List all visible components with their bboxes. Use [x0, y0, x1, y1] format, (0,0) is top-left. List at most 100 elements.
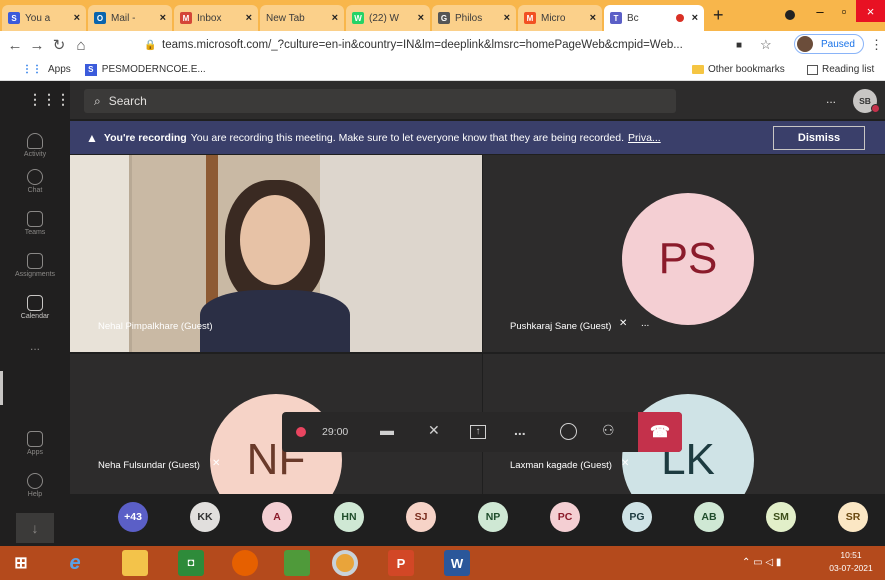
- browser-tab[interactable]: M Inbox ×: [174, 5, 258, 31]
- firefox-icon[interactable]: [232, 550, 258, 576]
- help-icon: [27, 473, 43, 489]
- video-tile[interactable]: Nehal Pimpalkhare (Guest): [70, 155, 482, 352]
- bookmark-pesmoderncoe[interactable]: PESMODERNCOE.E...: [102, 64, 206, 75]
- close-tab-icon[interactable]: ×: [74, 12, 80, 24]
- profile-button[interactable]: Paused: [794, 34, 864, 54]
- participant-avatar-small[interactable]: NP: [478, 502, 508, 532]
- browser-tab-active[interactable]: T Bc ×: [604, 5, 704, 31]
- bookmark-other[interactable]: Other bookmarks: [708, 64, 785, 75]
- browser-tab[interactable]: G Philos ×: [432, 5, 516, 31]
- browser-tab[interactable]: S You a ×: [2, 5, 86, 31]
- tab-favicon-icon: S: [8, 12, 20, 24]
- bookmark-star-icon[interactable]: ☆: [760, 37, 772, 53]
- tab-favicon-icon: G: [438, 12, 450, 24]
- close-window-icon[interactable]: ×: [856, 0, 885, 22]
- participant-name: Pushkaraj Sane (Guest): [510, 321, 612, 332]
- rail-item-assignments[interactable]: Assignments: [0, 253, 70, 278]
- close-tab-icon[interactable]: ×: [332, 12, 338, 24]
- participant-avatar-small[interactable]: A: [262, 502, 292, 532]
- word-icon[interactable]: W: [444, 550, 470, 576]
- forward-icon[interactable]: →: [26, 37, 48, 54]
- chrome-menu-icon[interactable]: ⋮: [870, 37, 883, 53]
- share-screen-icon[interactable]: ↑: [470, 425, 486, 439]
- participant-name: Laxman kagade (Guest): [510, 460, 612, 471]
- profile-avatar: [797, 36, 813, 52]
- mic-muted-icon: ✕: [621, 458, 630, 469]
- participant-avatar-small[interactable]: SR: [838, 502, 868, 532]
- chrome-menu-dot-icon[interactable]: [775, 4, 805, 26]
- minimize-icon[interactable]: –: [808, 0, 832, 22]
- photos-icon[interactable]: [284, 550, 310, 576]
- download-icon[interactable]: ↓: [16, 513, 54, 543]
- close-tab-icon[interactable]: ×: [418, 12, 424, 24]
- lock-icon: 🔒: [144, 39, 157, 51]
- rail-item-chat[interactable]: Chat: [0, 169, 70, 194]
- maximize-icon[interactable]: ▫: [832, 0, 856, 22]
- microphone-off-icon[interactable]: ✕: [428, 422, 440, 439]
- rail-item-teams[interactable]: Teams: [0, 211, 70, 236]
- back-icon[interactable]: ←: [4, 37, 26, 54]
- apps-grid-icon[interactable]: ⋮⋮: [22, 64, 42, 75]
- chat-icon[interactable]: [560, 423, 577, 440]
- close-tab-icon[interactable]: ×: [504, 12, 510, 24]
- hang-up-button[interactable]: ☎: [638, 412, 682, 452]
- video-tile[interactable]: PS Pushkaraj Sane (Guest) ✕ ...: [483, 155, 885, 352]
- participant-avatar-small[interactable]: SJ: [406, 502, 436, 532]
- close-tab-icon[interactable]: ×: [590, 12, 596, 24]
- rail-item-help[interactable]: Help: [0, 473, 70, 498]
- camera-icon[interactable]: ■: [736, 40, 742, 51]
- system-tray-icons[interactable]: ⌃ ▭ ◁ ▮: [742, 557, 781, 568]
- bookmark-apps[interactable]: Apps: [48, 64, 71, 75]
- home-icon[interactable]: ⌂: [70, 37, 92, 54]
- rail-label: Activity: [23, 151, 47, 158]
- browser-tab[interactable]: W (22) W ×: [346, 5, 430, 31]
- close-tab-icon[interactable]: ×: [160, 12, 166, 24]
- privacy-link[interactable]: Priva...: [628, 132, 661, 144]
- browser-tab-strip: S You a × O Mail - × M Inbox × New Tab × W (…: [0, 0, 885, 31]
- participant-avatar-small[interactable]: SM: [766, 502, 796, 532]
- internet-explorer-icon[interactable]: e: [62, 550, 88, 576]
- participant-avatar-small[interactable]: AB: [694, 502, 724, 532]
- camera-off-icon[interactable]: ▬: [380, 422, 394, 438]
- close-tab-icon[interactable]: ×: [692, 12, 698, 24]
- address-bar[interactable]: 🔒 teams.microsoft.com/_?culture=en-in&co…: [100, 34, 790, 56]
- rail-item-calendar[interactable]: Calendar: [0, 295, 70, 320]
- file-explorer-icon[interactable]: [122, 550, 148, 576]
- tab-favicon-icon: T: [610, 12, 622, 24]
- rail-more-button[interactable]: ...: [0, 339, 70, 353]
- browser-tab[interactable]: New Tab ×: [260, 5, 344, 31]
- tab-favicon-icon: W: [352, 12, 364, 24]
- bookmark-reading-list[interactable]: Reading list: [822, 64, 874, 75]
- more-actions-icon[interactable]: ...: [514, 422, 526, 438]
- powerpoint-icon[interactable]: P: [388, 550, 414, 576]
- participant-avatar: PS: [622, 193, 754, 325]
- close-tab-icon[interactable]: ×: [246, 12, 252, 24]
- overflow-participants-button[interactable]: +43: [118, 502, 148, 532]
- browser-tab[interactable]: O Mail - ×: [88, 5, 172, 31]
- tab-label: (22) W: [369, 12, 399, 24]
- chrome-icon[interactable]: [332, 550, 358, 576]
- tab-label: Inbox: [197, 12, 222, 24]
- presence-status-icon: [871, 104, 880, 113]
- windows-start-icon[interactable]: ⊞: [8, 550, 34, 576]
- new-tab-button[interactable]: +: [713, 5, 724, 26]
- rail-item-apps[interactable]: Apps: [0, 431, 70, 456]
- dismiss-button[interactable]: Dismiss: [773, 126, 865, 150]
- tab-label: Bc: [627, 12, 639, 24]
- reload-icon[interactable]: ↻: [48, 36, 70, 54]
- more-options-icon[interactable]: ...: [826, 92, 836, 106]
- teams-icon: [27, 211, 43, 227]
- participant-avatar-small[interactable]: HN: [334, 502, 364, 532]
- browser-tab[interactable]: M Micro ×: [518, 5, 602, 31]
- participants-icon[interactable]: ⚇: [602, 422, 615, 439]
- participant-avatar-small[interactable]: PG: [622, 502, 652, 532]
- taskbar-clock[interactable]: 10:51 03-07-2021: [820, 549, 882, 575]
- search-input[interactable]: ⌕ Search: [84, 89, 676, 113]
- participant-shirt: [200, 290, 350, 352]
- rail-item-activity[interactable]: Activity: [0, 133, 70, 158]
- app-launcher-icon[interactable]: ⋮⋮⋮: [28, 91, 70, 108]
- participant-avatar-small[interactable]: PC: [550, 502, 580, 532]
- store-icon[interactable]: ◘: [178, 550, 204, 576]
- participant-avatar-small[interactable]: KK: [190, 502, 220, 532]
- tile-more-icon[interactable]: ...: [641, 318, 649, 329]
